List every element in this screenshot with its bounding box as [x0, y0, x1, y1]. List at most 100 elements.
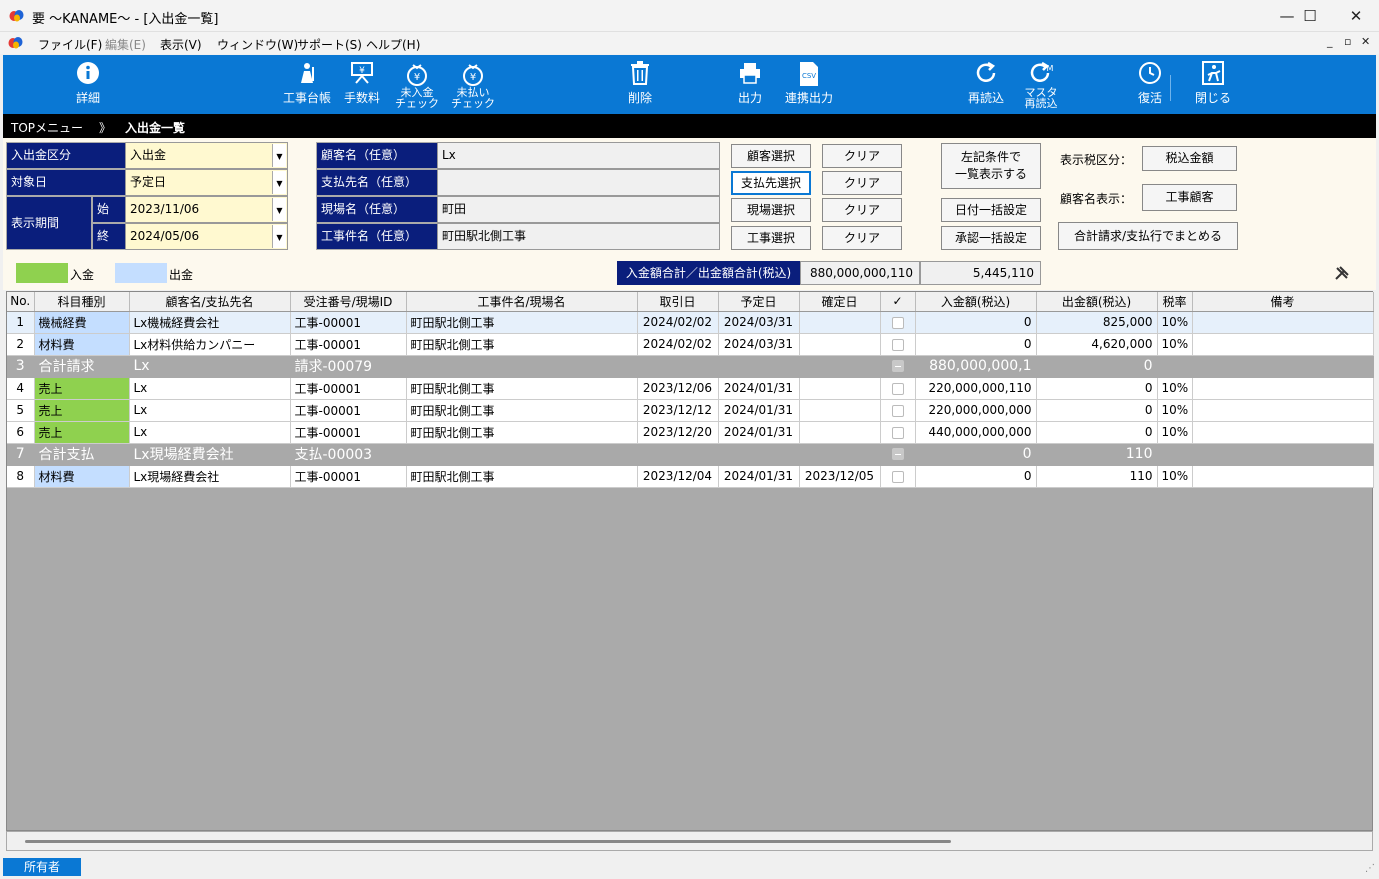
output-button[interactable]: 出力: [725, 55, 775, 114]
unpaid-check-button[interactable]: ¥ 未払い チェック: [448, 55, 498, 114]
name-cell[interactable]: Lx現場経費会社: [129, 443, 291, 466]
checkbox[interactable]: [891, 316, 904, 329]
name-cell[interactable]: Lx: [129, 355, 291, 378]
approve-checkbox-cell[interactable]: [880, 465, 916, 488]
row-number[interactable]: 1: [7, 311, 35, 334]
income-cell[interactable]: 0: [915, 311, 1037, 334]
approve-checkbox-cell[interactable]: [880, 355, 916, 378]
column-header[interactable]: 予定日: [718, 292, 800, 312]
type-select[interactable]: 入出金 ▼: [125, 142, 288, 169]
fixed-date-cell[interactable]: [799, 443, 881, 466]
project-cell[interactable]: 町田駅北側工事: [406, 465, 638, 488]
menu-help[interactable]: ヘルプ(H): [366, 36, 420, 53]
column-header[interactable]: 確定日: [799, 292, 881, 312]
trade-date-cell[interactable]: 2023/12/12: [637, 399, 719, 422]
payee-input[interactable]: [437, 169, 720, 196]
column-header[interactable]: 入金額(税込): [915, 292, 1037, 312]
customer-display-button[interactable]: 工事顧客: [1142, 184, 1237, 211]
project-clear-button[interactable]: クリア: [822, 226, 902, 250]
name-cell[interactable]: Lx: [129, 377, 291, 400]
note-cell[interactable]: [1192, 355, 1374, 378]
subject-cell[interactable]: 材料費: [34, 333, 130, 356]
column-header[interactable]: 工事件名/現場名: [406, 292, 638, 312]
chevron-down-icon[interactable]: ▼: [272, 225, 286, 248]
detail-button[interactable]: 詳細: [63, 55, 113, 114]
name-cell[interactable]: Lx: [129, 421, 291, 444]
fixed-date-cell[interactable]: [799, 421, 881, 444]
expense-cell[interactable]: 110: [1036, 443, 1158, 466]
approve-checkbox-cell[interactable]: [880, 377, 916, 400]
project-ledger-button[interactable]: 工事台帳: [279, 55, 335, 114]
approve-checkbox-cell[interactable]: [880, 443, 916, 466]
approve-checkbox-cell[interactable]: [880, 399, 916, 422]
payee-clear-button[interactable]: クリア: [822, 171, 902, 195]
tax-cell[interactable]: 10%: [1157, 333, 1193, 356]
income-cell[interactable]: 0: [915, 465, 1037, 488]
plan-date-cell[interactable]: 2024/01/31: [718, 377, 800, 400]
unreceived-check-button[interactable]: ¥ 未入金 チェック: [392, 55, 442, 114]
group-total-row[interactable]: 3 合計請求 Lx 請求-00079 880,000,000,1 0: [7, 355, 1374, 378]
checkbox[interactable]: [891, 448, 904, 460]
close-window-button[interactable]: ✕: [1333, 0, 1379, 32]
note-cell[interactable]: [1192, 465, 1374, 488]
expense-cell[interactable]: 0: [1036, 377, 1158, 400]
note-cell[interactable]: [1192, 377, 1374, 400]
horizontal-scrollbar[interactable]: [6, 831, 1373, 851]
merge-rows-button[interactable]: 合計請求/支払行でまとめる: [1058, 222, 1238, 250]
trade-date-cell[interactable]: 2024/02/02: [637, 311, 719, 334]
order-cell[interactable]: 支払-00003: [290, 443, 407, 466]
reload-button[interactable]: 再読込: [961, 55, 1011, 114]
expense-cell[interactable]: 825,000: [1036, 311, 1158, 334]
trade-date-cell[interactable]: [637, 443, 719, 466]
subject-cell[interactable]: 機械経費: [34, 311, 130, 334]
site-select-button[interactable]: 現場選択: [731, 198, 811, 222]
chevron-down-icon[interactable]: ▼: [272, 171, 286, 194]
column-header[interactable]: 取引日: [637, 292, 719, 312]
subject-cell[interactable]: 合計請求: [34, 355, 130, 378]
date-bulk-button[interactable]: 日付一括設定: [941, 198, 1041, 222]
name-cell[interactable]: Lx現場経費会社: [129, 465, 291, 488]
start-date-input[interactable]: 2023/11/06 ▼: [125, 196, 288, 223]
delete-button[interactable]: 削除: [615, 55, 665, 114]
expense-cell[interactable]: 0: [1036, 421, 1158, 444]
tax-cell[interactable]: 10%: [1157, 311, 1193, 334]
table-row[interactable]: 5 売上 Lx 工事-00001 町田駅北側工事 2023/12/12 2024/01/31…: [7, 399, 1374, 422]
note-cell[interactable]: [1192, 333, 1374, 356]
tax-cell[interactable]: [1157, 443, 1193, 466]
breadcrumb-top[interactable]: TOPメニュー: [11, 119, 83, 136]
trade-date-cell[interactable]: 2023/12/04: [637, 465, 719, 488]
note-cell[interactable]: [1192, 443, 1374, 466]
tax-cell[interactable]: 10%: [1157, 465, 1193, 488]
customer-input[interactable]: Lx: [437, 142, 720, 169]
date-select[interactable]: 予定日 ▼: [125, 169, 288, 196]
project-input[interactable]: 町田駅北側工事: [437, 223, 720, 250]
table-row[interactable]: 6 売上 Lx 工事-00001 町田駅北側工事 2023/12/20 2024/01/31…: [7, 421, 1374, 444]
row-number[interactable]: 8: [7, 465, 35, 488]
trade-date-cell[interactable]: 2024/02/02: [637, 333, 719, 356]
site-clear-button[interactable]: クリア: [822, 198, 902, 222]
table-row[interactable]: 4 売上 Lx 工事-00001 町田駅北側工事 2023/12/06 2024/01/31…: [7, 377, 1374, 400]
column-header[interactable]: 出金額(税込): [1036, 292, 1158, 312]
order-cell[interactable]: 工事-00001: [290, 465, 407, 488]
tax-cell[interactable]: [1157, 355, 1193, 378]
mdi-close-button[interactable]: ✕: [1361, 35, 1370, 48]
menu-view[interactable]: 表示(V): [160, 36, 202, 53]
column-header[interactable]: No.: [7, 292, 35, 312]
project-select-button[interactable]: 工事選択: [731, 226, 811, 250]
end-date-input[interactable]: 2024/05/06 ▼: [125, 223, 288, 250]
menu-file[interactable]: ファイル(F): [38, 36, 102, 53]
order-cell[interactable]: 工事-00001: [290, 399, 407, 422]
income-cell[interactable]: 220,000,000,110: [915, 377, 1037, 400]
tax-cell[interactable]: 10%: [1157, 399, 1193, 422]
row-number[interactable]: 7: [7, 443, 35, 466]
table-row[interactable]: 1 機械経費 Lx機械経費会社 工事-00001 町田駅北側工事 2024/02/02 20…: [7, 311, 1374, 334]
tax-toggle-button[interactable]: 税込金額: [1142, 146, 1237, 171]
expense-cell[interactable]: 0: [1036, 355, 1158, 378]
customer-clear-button[interactable]: クリア: [822, 144, 902, 168]
subject-cell[interactable]: 売上: [34, 377, 130, 400]
subject-cell[interactable]: 材料費: [34, 465, 130, 488]
name-cell[interactable]: Lx機械経費会社: [129, 311, 291, 334]
restore-button[interactable]: 復活: [1125, 55, 1175, 114]
payee-select-button[interactable]: 支払先選択: [731, 171, 811, 195]
plan-date-cell[interactable]: 2024/01/31: [718, 465, 800, 488]
